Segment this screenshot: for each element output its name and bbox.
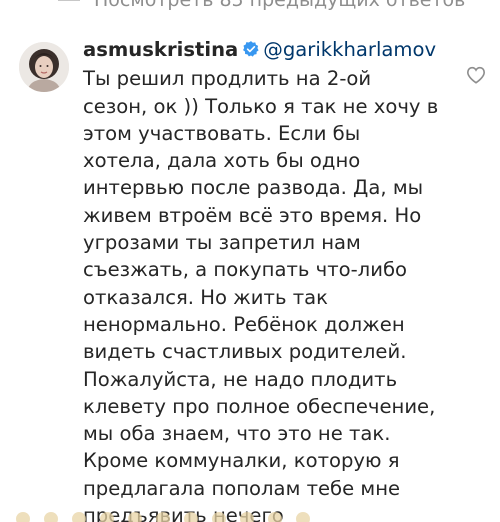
comment-text: Ты решил продлить на 2-ой сезон, ок )) То…: [83, 65, 453, 522]
comment-body: asmuskristina @garikkharlamov Ты решил пр…: [83, 36, 453, 522]
comment-line: съезжать, а покупать что-либо: [83, 258, 408, 282]
reaction-icon: [240, 512, 254, 522]
comment-line: сезон, ок )) Только я так не хочу в: [83, 94, 439, 118]
comment-line: живем втроём всё это время. Но: [83, 203, 422, 227]
verified-badge-icon: [242, 38, 260, 65]
comment-line: хотела, дала хоть бы одно: [83, 149, 361, 173]
comment-line: ненормально. Ребёнок должен: [83, 312, 405, 336]
reaction-icon: [72, 512, 86, 522]
comment-line: видеть счастливых родителей.: [83, 340, 407, 364]
reactions-row-partial: [0, 512, 500, 522]
comment-line: Ты решил продлить на 2-ой: [83, 67, 372, 91]
reaction-icon: [184, 512, 198, 522]
comment-line: предлагала пополам тебе мне: [83, 476, 401, 500]
reaction-icon: [156, 512, 170, 522]
reaction-icon: [296, 512, 310, 522]
comment-thread: Посмотреть 85 предыдущих ответов asmuskr…: [0, 0, 500, 522]
comment-line: клевету про полное обеспечение,: [83, 394, 436, 418]
comment-header: asmuskristina @garikkharlamov: [83, 36, 453, 65]
comment-line: угрозами ты запретил нам: [83, 231, 361, 255]
reaction-icon: [44, 512, 58, 522]
comment-line: этом участвовать. Если бы: [83, 121, 361, 145]
avatar[interactable]: [19, 42, 69, 92]
reaction-icon: [268, 512, 282, 522]
reaction-icon: [212, 512, 226, 522]
comment-username[interactable]: asmuskristina: [83, 38, 238, 61]
avatar-image: [19, 42, 69, 92]
view-more-replies-button[interactable]: Посмотреть 85 предыдущих ответов: [58, 0, 465, 11]
divider-dash: [58, 0, 80, 1]
heart-icon[interactable]: [466, 66, 486, 88]
reaction-icon: [100, 512, 114, 522]
reaction-icon: [128, 512, 142, 522]
view-more-replies-label: Посмотреть 85 предыдущих ответов: [94, 0, 466, 11]
comment-mention-link[interactable]: @garikkharlamov: [263, 38, 436, 61]
comment-line: мы оба знаем, что это не так.: [83, 422, 391, 446]
comment-line: Пожалуйста, не надо плодить: [83, 367, 398, 391]
comment-line: Кроме коммуналки, которую я: [83, 449, 400, 473]
reaction-icon: [16, 512, 30, 522]
comment-line: интервью после развода. Да, мы: [83, 176, 424, 200]
comment-line: отказался. Но жить так: [83, 285, 328, 309]
